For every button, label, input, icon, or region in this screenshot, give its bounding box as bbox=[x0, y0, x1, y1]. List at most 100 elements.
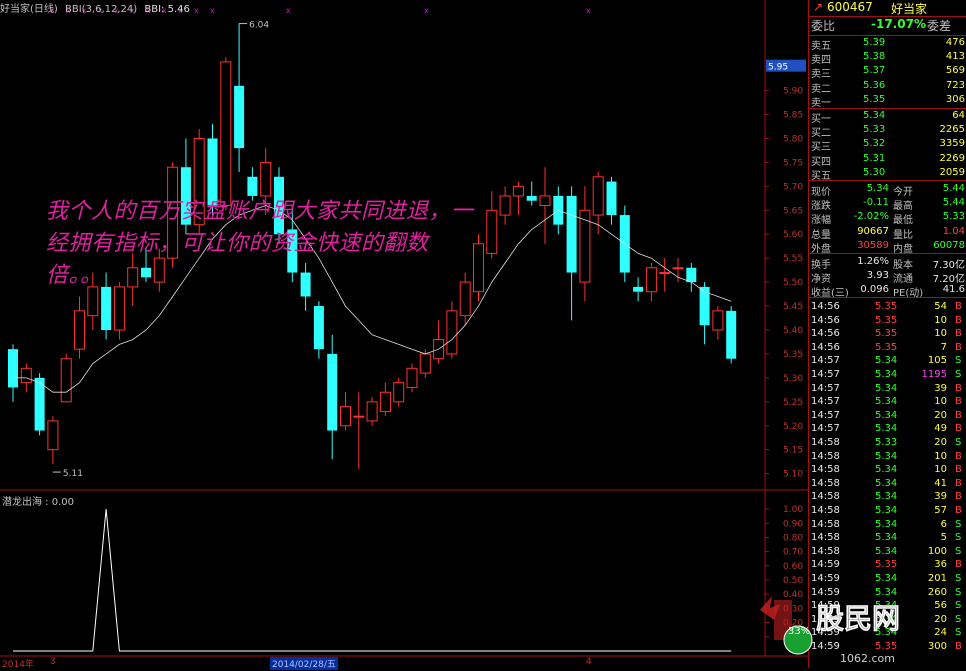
tick-row-cell: 14:58 bbox=[811, 532, 840, 544]
indicator-name: BBI(3,6,12,24) bbox=[65, 4, 138, 15]
tick-row-cell: 14:59 bbox=[811, 573, 840, 584]
tick-row-cell: B bbox=[955, 464, 962, 476]
chart-header: 好当家(日线) BBI(3,6,12,24) BBI: 5.46 bbox=[0, 0, 194, 15]
tick-row-cell: B bbox=[955, 505, 962, 516]
candle-body-down bbox=[234, 85, 245, 149]
tick-row-cell: 5.34 bbox=[875, 518, 898, 530]
tick-row: 14:58 5.34 39 B bbox=[809, 491, 966, 504]
kline-chart-svg[interactable]: xxxxxxxxxxxxxx5.955.905.855.805.755.705.… bbox=[0, 0, 808, 668]
candle-body-up bbox=[379, 391, 391, 412]
stat-row-cell: -0.11 bbox=[863, 197, 889, 209]
price-label: 5.10 bbox=[783, 470, 803, 480]
tick-row-cell: B bbox=[955, 341, 962, 353]
tick-row: 14:57 5.34 1195 S bbox=[809, 369, 966, 382]
tick-row-cell: 14:58 bbox=[811, 477, 840, 489]
tick-row-cell: 14:57 bbox=[811, 355, 840, 367]
stat-row-cell: 1.04 bbox=[942, 225, 965, 237]
tick-row: 14:56 5.35 54 B bbox=[809, 301, 966, 314]
bid-row-cell: 64 bbox=[952, 110, 965, 121]
price-label: 5.35 bbox=[783, 350, 803, 360]
tick-row: 14:58 5.34 57 B bbox=[809, 505, 966, 518]
diff-label: 委差 bbox=[927, 19, 952, 33]
fund-row: 净资 3.93 流通 7.20亿 bbox=[809, 270, 966, 286]
candle-body-up bbox=[260, 161, 272, 197]
tick-row-cell: 39 bbox=[934, 382, 947, 394]
stock-name: 好当家 bbox=[891, 2, 928, 16]
ask-row: 卖五 5.39 476 bbox=[809, 37, 966, 52]
ask-row-cell: 5.35 bbox=[863, 93, 886, 105]
candle-body-down bbox=[686, 267, 697, 283]
tick-row-cell: B bbox=[955, 409, 962, 421]
tick-row-cell: 14:58 bbox=[811, 505, 840, 516]
tick-row-cell: 7 bbox=[940, 341, 947, 353]
candle-body-up bbox=[47, 420, 59, 451]
fund-row-cell: 7.20亿 bbox=[932, 274, 965, 286]
date-month-3: 3 bbox=[50, 657, 56, 667]
high-annotation: 6.04 bbox=[249, 21, 269, 31]
top-marker: x bbox=[586, 6, 591, 15]
stat-row-cell: 涨幅 bbox=[811, 215, 831, 227]
tick-row: 14:58 5.34 5 S bbox=[809, 532, 966, 545]
date-cursor-highlight: 2014/02/28/五 bbox=[270, 657, 338, 670]
top-marker: x bbox=[424, 6, 429, 15]
candle-body-down bbox=[8, 349, 18, 388]
tick-row-cell: 10 bbox=[934, 314, 947, 326]
fund-row-cell: 1.26% bbox=[857, 256, 889, 267]
price-label: 5.15 bbox=[783, 446, 803, 456]
tick-row-cell: 41 bbox=[934, 477, 947, 489]
sub-label: 1.00 bbox=[783, 505, 803, 515]
sub-label: 0.60 bbox=[783, 562, 803, 572]
price-label: 5.40 bbox=[783, 326, 803, 336]
tick-row-cell: B bbox=[955, 382, 962, 394]
ask-row: 卖三 5.37 569 bbox=[809, 65, 966, 80]
top-marker: x bbox=[210, 6, 215, 15]
tick-row-cell: 14:57 bbox=[811, 409, 840, 421]
tick-row: 14:56 5.35 10 B bbox=[809, 315, 966, 328]
ask-row: 卖一 5.35 306 bbox=[809, 93, 966, 109]
candle-body-up bbox=[60, 358, 72, 403]
tick-row: 14:57 5.34 49 B bbox=[809, 423, 966, 436]
tick-row-cell: 5.34 bbox=[875, 450, 898, 462]
sub-label: 0.90 bbox=[783, 519, 803, 529]
price-label: 5.70 bbox=[783, 182, 803, 192]
candle-body-up bbox=[672, 267, 684, 270]
tick-row-cell: 14:56 bbox=[811, 314, 840, 326]
bid-row-cell: 5.33 bbox=[863, 124, 886, 136]
current-price-label: 5.95 bbox=[768, 63, 788, 73]
tick-row-cell: 5.34 bbox=[875, 355, 898, 367]
tick-row-cell: 5.34 bbox=[875, 369, 898, 380]
tick-row-cell: 10 bbox=[934, 396, 947, 408]
tick-row-cell: B bbox=[955, 423, 962, 435]
tick-row-cell: 5.34 bbox=[875, 573, 898, 584]
tick-row-cell: S bbox=[955, 369, 962, 380]
candle-body-up bbox=[113, 286, 125, 331]
bid-row-cell: 5.32 bbox=[863, 138, 886, 150]
tick-row-cell: 10 bbox=[934, 464, 947, 476]
tick-row-cell: 201 bbox=[927, 573, 947, 584]
tick-row-cell: 14:58 bbox=[811, 450, 840, 462]
price-label: 5.50 bbox=[783, 278, 803, 288]
kline-chart-area[interactable]: xxxxxxxxxxxxxx5.955.905.855.805.755.705.… bbox=[0, 0, 808, 670]
candle-body-up bbox=[406, 367, 418, 388]
tick-row: 14:58 5.34 100 S bbox=[809, 546, 966, 559]
sub-label: 0.80 bbox=[783, 533, 803, 543]
watermark-brand: 股民网 bbox=[816, 602, 900, 635]
tick-row-cell: 5.34 bbox=[875, 409, 898, 421]
tick-row-cell: 5.34 bbox=[875, 464, 898, 476]
bid-row-cell: 5.34 bbox=[863, 110, 886, 121]
bbi-value: BBI: 5.46 bbox=[144, 4, 190, 15]
quote-title: ↗ 600467 好当家 bbox=[809, 0, 966, 16]
sub-indicator-label: 潜龙出海 : 0.00 bbox=[2, 497, 74, 508]
stat-row-cell: 现价 bbox=[811, 187, 831, 198]
tick-row-cell: B bbox=[955, 314, 962, 326]
candle-body-down bbox=[247, 176, 258, 196]
stat-row-cell: 5.44 bbox=[942, 197, 965, 209]
price-label: 5.85 bbox=[783, 111, 803, 121]
tick-row-cell: 14:58 bbox=[811, 491, 840, 503]
candle-body-up bbox=[340, 406, 351, 427]
price-label: 5.30 bbox=[783, 374, 803, 384]
bid-row: 买一 5.34 64 bbox=[809, 110, 966, 125]
price-label: 5.90 bbox=[783, 87, 803, 97]
candle-body-up bbox=[220, 61, 232, 207]
sub-label: 0.70 bbox=[783, 548, 803, 558]
